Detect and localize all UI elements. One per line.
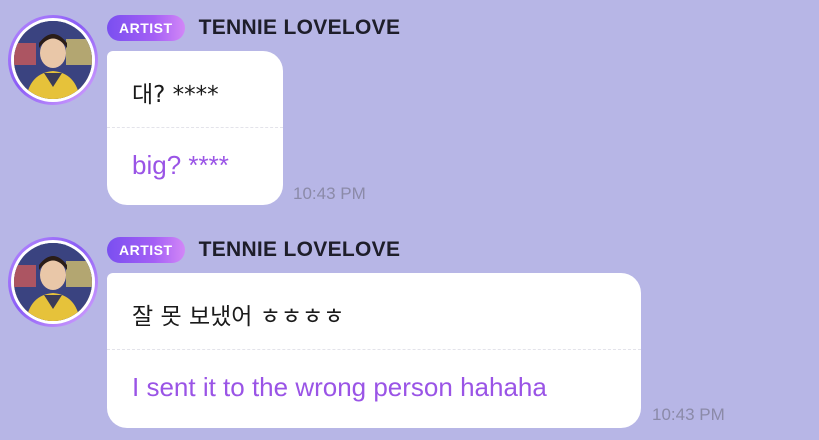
profile-photo-icon xyxy=(14,243,92,321)
sender-name[interactable]: TENNIE LOVELOVE xyxy=(199,238,401,262)
profile-photo xyxy=(14,243,92,321)
artist-badge: ARTIST xyxy=(107,15,185,41)
avatar[interactable] xyxy=(8,237,98,327)
translated-text: I sent it to the wrong person hahaha xyxy=(132,372,547,402)
translated-text: big? **** xyxy=(132,150,229,180)
profile-photo xyxy=(14,21,92,99)
timestamp: 10:43 PM xyxy=(293,184,366,203)
profile-photo-icon xyxy=(14,21,92,99)
timestamp: 10:43 PM xyxy=(652,405,725,424)
message-header: ARTIST TENNIE LOVELOVE xyxy=(107,14,400,42)
message-bubble[interactable]: 대? **** big? **** xyxy=(107,51,283,205)
sender-name[interactable]: TENNIE LOVELOVE xyxy=(199,16,401,40)
translation-divider xyxy=(107,349,641,350)
message-header: ARTIST TENNIE LOVELOVE xyxy=(107,236,400,264)
translation-divider xyxy=(107,127,283,128)
original-text: 대? **** xyxy=(132,82,219,108)
message-bubble[interactable]: 잘 못 보냈어 ㅎㅎㅎㅎ I sent it to the wrong pers… xyxy=(107,273,641,428)
original-text: 잘 못 보냈어 ㅎㅎㅎㅎ xyxy=(132,304,345,330)
avatar[interactable] xyxy=(8,15,98,105)
artist-badge: ARTIST xyxy=(107,237,185,263)
